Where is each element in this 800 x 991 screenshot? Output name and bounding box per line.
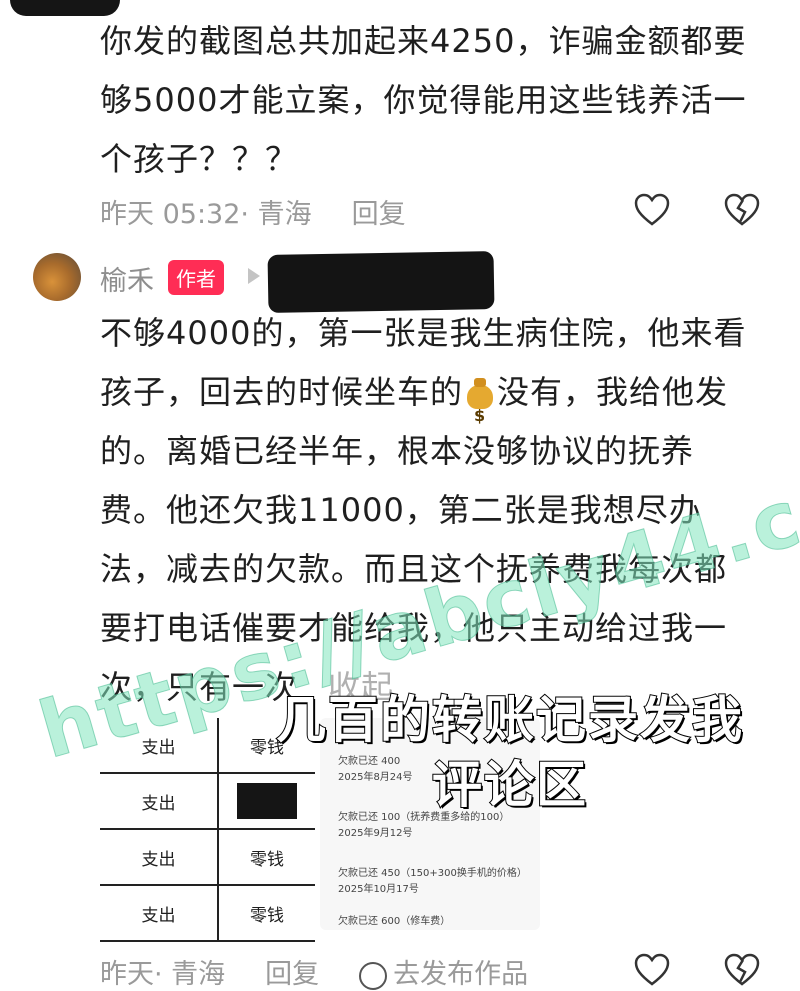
comment-meta: 昨天 05:32 · 青海 回复	[100, 192, 406, 231]
comment-time: 昨天 05:32	[100, 199, 241, 230]
dislike-icon[interactable]	[722, 190, 762, 230]
bottom-meta: 昨天 · 青海 回复 去发布作品	[100, 952, 528, 991]
video-caption-line1: 几百的转账记录发我	[275, 690, 744, 750]
author-reply-text: 不够4000的，第一张是我生病住院，他来看 孩子，回去的时候坐车的 $ 没有，我给他…	[100, 314, 747, 706]
money-bag-icon: $	[465, 377, 495, 425]
reply-button[interactable]: 回复	[265, 952, 319, 991]
like-icon[interactable]	[632, 190, 672, 230]
author-badge: 作者	[168, 260, 224, 295]
share-button[interactable]: 去发布作品	[359, 952, 528, 991]
comment-text: 你发的截图总共加起来4250，诈骗金额都要 够5000才能立案，你觉得能用这些钱…	[100, 22, 747, 178]
video-caption-line2: 评论区	[431, 755, 588, 815]
reply-arrow-icon	[248, 268, 260, 284]
author-name[interactable]: 榆禾	[100, 259, 154, 298]
like-icon[interactable]	[632, 950, 672, 990]
share-icon	[359, 961, 388, 990]
comment-location: · 青海	[240, 199, 312, 230]
avatar[interactable]	[33, 253, 81, 301]
dislike-icon[interactable]	[722, 950, 762, 990]
reply-button[interactable]: 回复	[352, 192, 406, 231]
